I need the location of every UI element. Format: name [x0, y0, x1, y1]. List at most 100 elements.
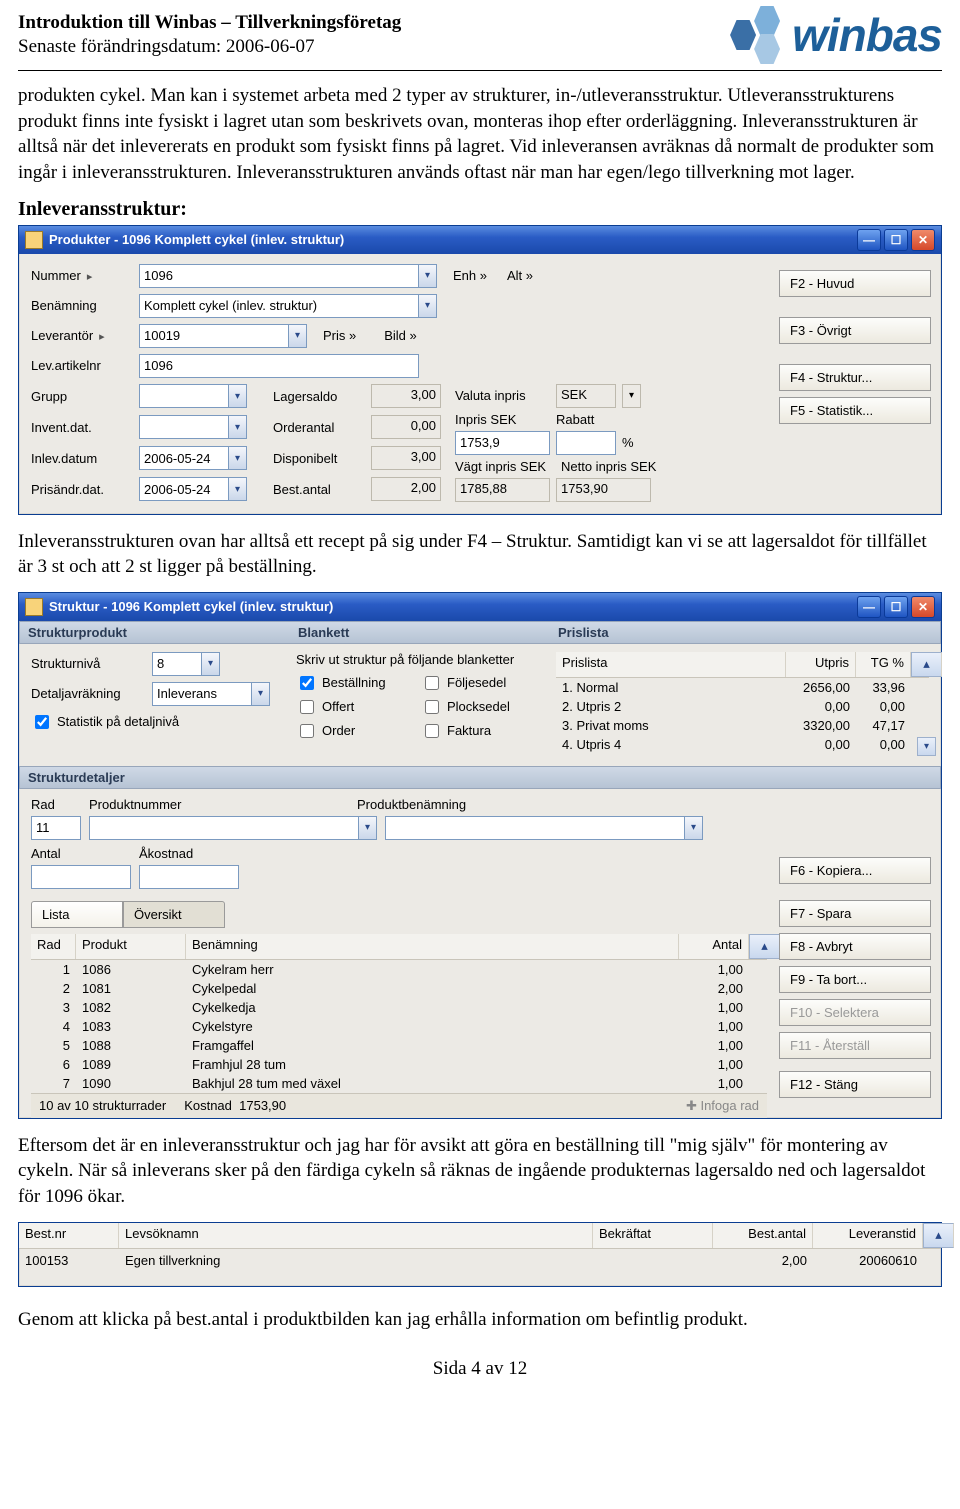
chevron-down-icon[interactable]: ▾	[359, 816, 377, 840]
minimize-button[interactable]: —	[857, 229, 881, 251]
produktbenamning-input[interactable]	[385, 816, 685, 840]
blankett-checkbox[interactable]: Offert	[296, 697, 421, 717]
inlevdat-input[interactable]	[139, 446, 229, 470]
maximize-button[interactable]: ☐	[884, 229, 908, 251]
col-leveranstid[interactable]: Leveranstid	[813, 1223, 923, 1248]
f8-avbryt-button[interactable]: F8 - Avbryt	[779, 933, 931, 960]
rabatt-unit: %	[622, 435, 634, 450]
f9-tabort-button[interactable]: F9 - Ta bort...	[779, 966, 931, 993]
section-blankett: Blankett	[298, 625, 558, 640]
inpris-input[interactable]	[455, 431, 550, 455]
col-rad[interactable]: Rad	[31, 934, 76, 959]
blankett-checkbox[interactable]: Följesedel	[421, 673, 546, 693]
prislista-row[interactable]: 3. Privat moms3320,0047,17	[556, 716, 929, 735]
label-bestantal: Best.antal	[273, 482, 363, 497]
col-bestantal[interactable]: Best.antal	[713, 1223, 813, 1248]
chevron-down-icon[interactable]: ▾	[229, 415, 247, 439]
titlebar[interactable]: Struktur - 1096 Komplett cykel (inlev. s…	[19, 593, 941, 621]
col-prislista[interactable]: Prislista	[556, 652, 786, 677]
paragraph-3: Eftersom det är en inleveransstruktur oc…	[18, 1133, 942, 1210]
grupp-input[interactable]	[139, 384, 229, 408]
leverantor-input[interactable]	[139, 324, 289, 348]
statistik-checkbox[interactable]: Statistik på detaljnivå	[31, 712, 179, 732]
f5-statistik-button[interactable]: F5 - Statistik...	[779, 397, 931, 424]
struktur-row[interactable]: 61089Framhjul 28 tum1,00	[31, 1055, 767, 1074]
chevron-down-icon[interactable]: ▾	[419, 264, 437, 288]
chevron-down-icon[interactable]: ▾	[685, 816, 703, 840]
struktur-row[interactable]: 41083Cykelstyre1,00	[31, 1017, 767, 1036]
f7-spara-button[interactable]: F7 - Spara	[779, 900, 931, 927]
scroll-up-icon[interactable]: ▴	[749, 934, 780, 959]
antal-input[interactable]	[31, 865, 131, 889]
window-struktur: Struktur - 1096 Komplett cykel (inlev. s…	[18, 592, 942, 1119]
col-utpris[interactable]: Utpris	[786, 652, 856, 677]
col-produkt[interactable]: Produkt	[76, 934, 186, 959]
cell-levsoknamn: Egen tillverkning	[119, 1251, 593, 1270]
blankett-checkbox[interactable]: Order	[296, 721, 421, 741]
benamning-input[interactable]	[139, 294, 419, 318]
label-pris[interactable]: Pris »	[323, 328, 356, 343]
chevron-down-icon[interactable]: ▾	[252, 682, 270, 706]
col-levsoknamn[interactable]: Levsöknamn	[119, 1223, 593, 1248]
strukturniva-input[interactable]	[152, 652, 202, 676]
chevron-down-icon[interactable]: ▾	[202, 652, 220, 676]
tab-oversikt[interactable]: Översikt	[123, 901, 225, 928]
statistik-checkbox-label: Statistik på detaljnivå	[57, 714, 179, 729]
chevron-down-icon[interactable]: ▾	[229, 384, 247, 408]
struktur-row[interactable]: 21081Cykelpedal2,00	[31, 979, 767, 998]
prislista-row[interactable]: 2. Utpris 20,000,00	[556, 697, 929, 716]
titlebar[interactable]: Produkter - 1096 Komplett cykel (inlev. …	[19, 226, 941, 254]
nummer-input[interactable]	[139, 264, 419, 288]
close-button[interactable]: ✕	[911, 596, 935, 618]
f12-stang-button[interactable]: F12 - Stäng	[779, 1071, 931, 1098]
label-bild[interactable]: Bild »	[384, 328, 417, 343]
f10-selektera-button[interactable]: F10 - Selektera	[779, 999, 931, 1026]
struktur-row[interactable]: 11086Cykelram herr1,00	[31, 960, 767, 979]
scroll-up-icon[interactable]: ▴	[923, 1223, 954, 1248]
chevron-down-icon[interactable]: ▾	[289, 324, 307, 348]
f4-struktur-button[interactable]: F4 - Struktur...	[779, 364, 931, 391]
col-benamning[interactable]: Benämning	[186, 934, 679, 959]
inventdat-input[interactable]	[139, 415, 229, 439]
label-levartikelnr: Lev.artikelnr	[31, 358, 131, 373]
prislista-row[interactable]: 1. Normal2656,0033,96	[556, 678, 929, 697]
levartikelnr-input[interactable]	[139, 354, 419, 378]
label-alt[interactable]: Alt »	[507, 268, 533, 283]
scroll-up-icon[interactable]: ▴	[911, 652, 942, 677]
struktur-row[interactable]: 31082Cykelkedja1,00	[31, 998, 767, 1017]
prisandrdat-input[interactable]	[139, 477, 229, 501]
prislista-row[interactable]: 4. Utpris 40,000,00▾	[556, 735, 929, 758]
logo-icon	[726, 6, 784, 64]
struktur-row[interactable]: 51088Framgaffel1,00	[31, 1036, 767, 1055]
col-tg[interactable]: TG %	[856, 652, 911, 677]
struktur-row[interactable]: 71090Bakhjul 28 tum med växel1,00	[31, 1074, 767, 1093]
close-button[interactable]: ✕	[911, 229, 935, 251]
label-enh[interactable]: Enh »	[453, 268, 487, 283]
doc-date: Senaste förändringsdatum: 2006-06-07	[18, 36, 401, 58]
status-count: 10 av 10 strukturrader	[39, 1098, 166, 1114]
chevron-down-icon[interactable]: ▾	[622, 384, 641, 408]
tab-lista[interactable]: Lista	[31, 901, 123, 928]
f6-kopiera-button[interactable]: F6 - Kopiera...	[779, 857, 931, 884]
col-bekraftat[interactable]: Bekräftat	[593, 1223, 713, 1248]
blankett-checkbox[interactable]: Faktura	[421, 721, 546, 741]
chevron-down-icon[interactable]: ▾	[419, 294, 437, 318]
blankett-checkbox[interactable]: Plocksedel	[421, 697, 546, 717]
minimize-button[interactable]: —	[857, 596, 881, 618]
f2-huvud-button[interactable]: F2 - Huvud	[779, 270, 931, 297]
chevron-down-icon[interactable]: ▾	[229, 446, 247, 470]
rad-input[interactable]	[31, 816, 81, 840]
f3-ovrigt-button[interactable]: F3 - Övrigt	[779, 317, 931, 344]
akostnad-input[interactable]	[139, 865, 239, 889]
col-bestnr[interactable]: Best.nr	[19, 1223, 119, 1248]
app-icon	[25, 598, 43, 616]
rabatt-input[interactable]	[556, 431, 616, 455]
blankett-checkbox[interactable]: Beställning	[296, 673, 421, 693]
chevron-down-icon[interactable]: ▾	[229, 477, 247, 501]
produktnummer-input[interactable]	[89, 816, 359, 840]
infoga-rad-button[interactable]: Infoga rad	[700, 1098, 759, 1113]
col-antal[interactable]: Antal	[679, 934, 749, 959]
maximize-button[interactable]: ☐	[884, 596, 908, 618]
detaljavrakning-select[interactable]	[152, 682, 252, 706]
f11-aterstall-button[interactable]: F11 - Återställ	[779, 1032, 931, 1059]
